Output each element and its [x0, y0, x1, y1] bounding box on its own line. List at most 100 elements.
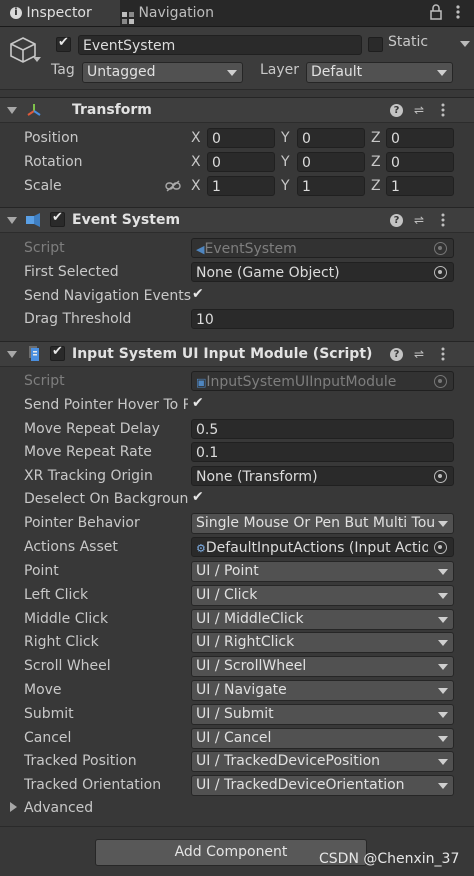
event-system-enabled-toggle[interactable]	[50, 210, 65, 227]
action-reference-dropdown[interactable]: UI / Point	[191, 561, 454, 582]
input-module-header[interactable]: Input System UI Input Module (Script) ? …	[0, 341, 474, 367]
action-label: Submit	[24, 706, 74, 722]
scale-x-input[interactable]: 1	[207, 176, 275, 196]
action-label: Scroll Wheel	[24, 658, 111, 674]
tab-navigation[interactable]: Navigation	[112, 0, 252, 26]
help-icon[interactable]: ?	[390, 214, 403, 227]
transform-header[interactable]: Transform ? ⇌	[0, 97, 474, 123]
lock-icon[interactable]	[430, 4, 442, 24]
input-module-enabled-toggle[interactable]	[50, 344, 65, 361]
tab-inspector[interactable]: i Inspector	[0, 0, 120, 26]
input-actions-asset-icon: ⚙	[196, 542, 206, 555]
actions-asset-field[interactable]: ⚙DefaultInputActions (Input Action	[191, 537, 454, 557]
xr-tracking-origin-label: XR Tracking Origin	[24, 468, 153, 484]
position-x-input[interactable]: 0	[207, 128, 275, 148]
transform-title: Transform	[72, 102, 152, 118]
more-menu-icon[interactable]	[441, 102, 445, 122]
axis-x-label: X	[191, 178, 201, 194]
action-label: Cancel	[24, 730, 72, 746]
action-reference-dropdown[interactable]: UI / ScrollWheel	[191, 656, 454, 677]
action-reference-dropdown[interactable]: UI / MiddleClick	[191, 609, 454, 630]
action-reference-value: UI / Navigate	[196, 682, 287, 698]
help-icon[interactable]: ?	[390, 104, 403, 117]
link-scale-icon[interactable]	[165, 180, 181, 196]
help-icon[interactable]: ?	[390, 348, 403, 361]
drag-threshold-label: Drag Threshold	[24, 311, 132, 327]
divider	[0, 826, 474, 827]
active-toggle[interactable]	[56, 35, 71, 52]
more-menu-icon[interactable]	[441, 212, 445, 232]
pointer-behavior-dropdown[interactable]: Single Mouse Or Pen But Multi Touc	[191, 513, 454, 534]
chevron-down-icon	[227, 70, 237, 76]
send-pointer-hover-checkbox[interactable]: ✔	[192, 395, 206, 412]
chevron-down-icon	[438, 617, 448, 623]
icon-dropdown-arrow[interactable]	[33, 57, 41, 62]
preset-icon[interactable]: ⇌	[412, 347, 426, 361]
chevron-down-icon	[438, 569, 448, 575]
scale-y-input[interactable]: 1	[297, 176, 365, 196]
axis-z-label: Z	[371, 154, 381, 170]
foldout-arrow-icon[interactable]	[7, 351, 17, 358]
action-reference-value: UI / TrackedDevicePosition	[196, 753, 381, 769]
object-picker-icon	[434, 242, 447, 255]
static-dropdown-arrow[interactable]	[460, 41, 470, 47]
action-reference-dropdown[interactable]: UI / RightClick	[191, 632, 454, 653]
object-picker-icon[interactable]	[434, 470, 447, 483]
more-menu-icon[interactable]	[441, 346, 445, 366]
axis-z-label: Z	[371, 130, 381, 146]
chevron-down-icon	[437, 70, 447, 76]
send-navigation-checkbox[interactable]: ✔	[192, 286, 206, 303]
preset-icon[interactable]: ⇌	[412, 213, 426, 227]
pointer-behavior-label: Pointer Behavior	[24, 515, 140, 531]
action-reference-dropdown[interactable]: UI / TrackedDeviceOrientation	[191, 775, 454, 796]
gameobject-name-input[interactable]: EventSystem	[78, 35, 362, 55]
foldout-arrow-icon[interactable]	[7, 217, 17, 224]
event-system-icon	[25, 212, 41, 232]
action-reference-dropdown[interactable]: UI / Submit	[191, 704, 454, 725]
first-selected-field[interactable]: None (Game Object)	[191, 262, 454, 282]
drag-threshold-input[interactable]: 10	[191, 309, 454, 329]
module-script-field: ▣InputSystemUIInputModule	[191, 371, 454, 391]
action-reference-dropdown[interactable]: UI / TrackedDevicePosition	[191, 751, 454, 772]
info-icon: i	[10, 7, 22, 19]
advanced-foldout-label[interactable]: Advanced	[24, 797, 93, 819]
rotation-x-input[interactable]: 0	[207, 152, 275, 172]
position-z-input[interactable]: 0	[386, 128, 454, 148]
move-repeat-delay-input[interactable]: 0.5	[191, 419, 454, 439]
foldout-arrow-icon[interactable]	[7, 107, 17, 114]
action-reference-value: UI / Cancel	[196, 730, 272, 746]
action-reference-value: UI / Submit	[196, 706, 274, 722]
xr-tracking-origin-field[interactable]: None (Transform)	[191, 466, 454, 486]
move-repeat-rate-label: Move Repeat Rate	[24, 444, 152, 460]
rotation-y-input[interactable]: 0	[297, 152, 365, 172]
action-reference-value: UI / ScrollWheel	[196, 658, 307, 674]
tag-dropdown[interactable]: Untagged	[82, 62, 243, 83]
checkmark-icon: ✔	[192, 489, 204, 505]
layer-label: Layer	[260, 62, 300, 78]
chevron-down-icon	[438, 664, 448, 670]
scale-z-input[interactable]: 1	[386, 176, 454, 196]
chevron-down-icon	[438, 783, 448, 789]
action-reference-dropdown[interactable]: UI / Cancel	[191, 728, 454, 749]
axis-y-label: Y	[281, 130, 290, 146]
advanced-foldout-icon[interactable]	[10, 802, 17, 812]
more-menu-icon[interactable]	[456, 3, 460, 21]
move-repeat-rate-input[interactable]: 0.1	[191, 442, 454, 462]
action-reference-dropdown[interactable]: UI / Navigate	[191, 680, 454, 701]
chevron-down-icon	[438, 759, 448, 765]
object-picker-icon[interactable]	[434, 266, 447, 279]
position-y-input[interactable]: 0	[297, 128, 365, 148]
deselect-on-background-checkbox[interactable]: ✔	[192, 489, 206, 506]
send-pointer-hover-label: Send Pointer Hover To P	[24, 397, 188, 413]
object-picker-icon[interactable]	[434, 541, 447, 554]
action-reference-value: UI / RightClick	[196, 634, 295, 650]
rotation-z-input[interactable]: 0	[386, 152, 454, 172]
static-checkbox[interactable]	[368, 37, 383, 52]
layer-dropdown[interactable]: Default	[306, 62, 453, 83]
action-label: Right Click	[24, 634, 99, 650]
transform-icon	[26, 102, 42, 122]
action-reference-dropdown[interactable]: UI / Click	[191, 585, 454, 606]
event-system-header[interactable]: Event System ? ⇌	[0, 207, 474, 233]
chevron-down-icon	[438, 712, 448, 718]
preset-icon[interactable]: ⇌	[412, 103, 426, 117]
